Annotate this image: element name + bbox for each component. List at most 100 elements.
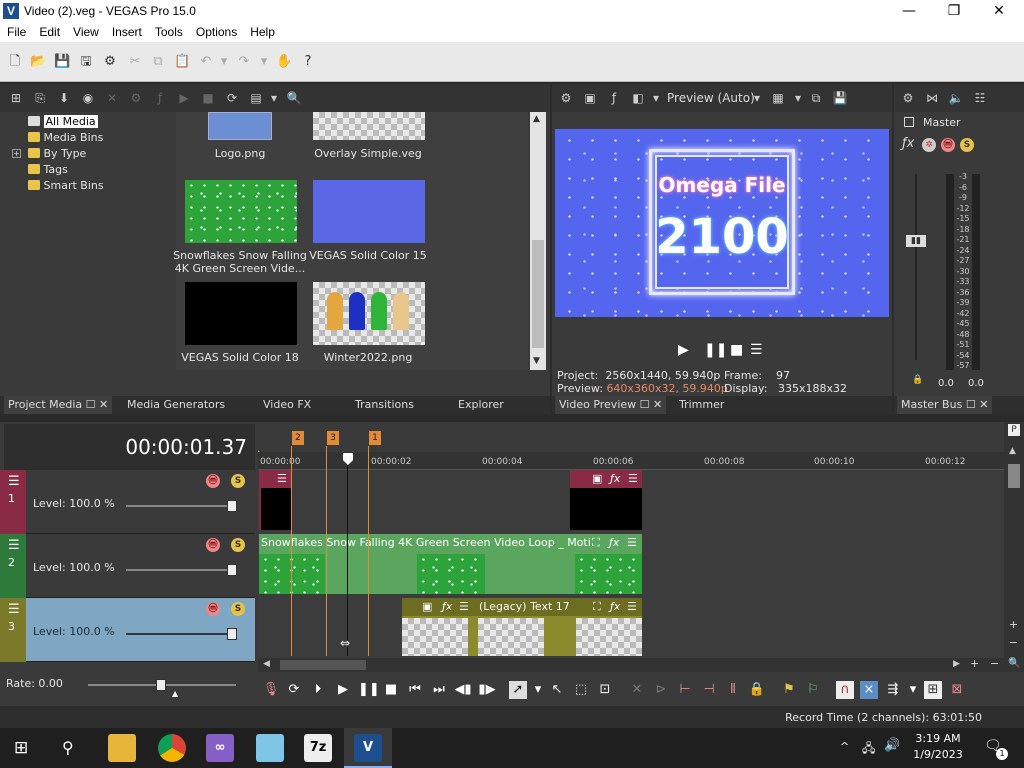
mixer-faders-icon[interactable]: ☷ — [972, 90, 988, 106]
mute-icon[interactable]: ⓜ — [206, 474, 220, 488]
go-to-start-icon[interactable]: ⏮ — [406, 681, 424, 699]
import-media-icon[interactable]: ⊞ — [8, 90, 24, 106]
ignore-grouping-icon[interactable]: ⊠ — [948, 681, 966, 699]
properties-gear-icon[interactable]: ⚙ — [102, 54, 118, 70]
scroll-right-icon[interactable]: ▶ — [953, 659, 960, 669]
menu-help[interactable]: Help — [243, 22, 281, 39]
save-icon[interactable]: 💾 — [54, 54, 70, 70]
taskbar-time[interactable]: 3:19 AM — [912, 732, 964, 745]
dim-output-icon[interactable]: 🔈 — [948, 90, 964, 106]
stop-preview-icon[interactable]: ■ — [200, 90, 216, 106]
expand-toggle-icon[interactable]: + — [12, 149, 21, 158]
media-thumb-solid-15[interactable] — [313, 180, 425, 243]
zoom-in-horizontal-icon[interactable]: + — [970, 657, 979, 670]
track3-clip-text[interactable]: ▣ ƒx ☰ (Legacy) Text 17 ⛶ ƒx ☰ — [402, 598, 642, 656]
auto-ripple-icon[interactable]: ⇶ — [884, 681, 902, 699]
mute-icon[interactable]: ⓜ — [206, 538, 220, 552]
rate-reset-icon[interactable]: ▲ — [172, 689, 178, 698]
envelope-tool-icon[interactable]: ↖ — [548, 681, 566, 699]
save-snapshot-icon[interactable]: 💾 — [832, 90, 848, 106]
lock-envelopes-icon[interactable]: ⊞ — [924, 681, 942, 699]
close-icon[interactable]: ✕ — [99, 398, 108, 411]
scroll-thumb[interactable] — [1008, 464, 1020, 488]
track-menu-icon[interactable]: ☰ — [8, 474, 20, 489]
zoom-out-horizontal-icon[interactable]: − — [990, 657, 999, 670]
delete-icon[interactable]: ✕ — [628, 681, 646, 699]
event-fx-icon[interactable]: ƒx — [609, 536, 619, 549]
views-dropdown-icon[interactable]: ▾ — [266, 90, 282, 106]
solo-icon[interactable]: S — [231, 602, 245, 616]
level-slider-track[interactable] — [126, 569, 232, 571]
vegas-taskbar-button[interactable]: V — [344, 728, 392, 768]
new-file-icon[interactable]: 🗋 — [7, 54, 23, 70]
paste-icon[interactable]: 📋 — [174, 54, 190, 70]
menu-insert[interactable]: Insert — [105, 22, 148, 39]
zoom-out-vertical-icon[interactable]: − — [1009, 636, 1018, 649]
close-icon[interactable]: ✕ — [979, 398, 988, 411]
undock-icon[interactable]: ☐ — [640, 398, 650, 411]
level-slider-track[interactable] — [126, 505, 232, 507]
clip-menu-icon[interactable]: ☰ — [628, 472, 638, 485]
media-fx-icon[interactable]: ƒ — [152, 90, 168, 106]
track-options-icon[interactable]: P — [1008, 424, 1020, 436]
visual-studio-icon[interactable]: ∞ — [206, 734, 234, 762]
video-output-fx-icon[interactable]: ƒ — [606, 90, 622, 106]
views-icon[interactable]: ▤ — [248, 90, 264, 106]
zoom-edit-tool-icon[interactable]: ⊡ — [596, 681, 614, 699]
auto-crossfade-icon[interactable]: ⨯ — [860, 681, 878, 699]
media-vertical-scrollbar[interactable]: ▲ ▼ — [530, 112, 546, 370]
lock-event-icon[interactable]: 🔒 — [748, 681, 766, 699]
insert-region-icon[interactable]: ⚐ — [804, 681, 822, 699]
undo-dropdown-icon[interactable]: ▾ — [216, 54, 232, 70]
normal-edit-tool-icon[interactable]: ➚ — [509, 681, 527, 699]
track-menu-icon[interactable]: ☰ — [8, 538, 20, 553]
mixer-settings-gear-icon[interactable]: ⚙ — [900, 90, 916, 106]
trim-icon[interactable]: ⊳ — [652, 681, 670, 699]
open-folder-icon[interactable]: 📂 — [30, 54, 46, 70]
7zip-icon[interactable]: 7z — [304, 734, 332, 762]
clip-menu-icon[interactable]: ☰ — [627, 536, 637, 549]
selection-tool-icon[interactable]: ⬚ — [572, 681, 590, 699]
timeline-horizontal-scrollbar[interactable]: ◀ ▶ + − 🔍 — [258, 657, 1024, 672]
tree-item-media-bins[interactable]: Media Bins — [28, 131, 103, 144]
scroll-up-icon[interactable]: ▲ — [533, 114, 540, 124]
preview-play-icon[interactable]: ▶ — [678, 342, 689, 358]
taskbar-date[interactable]: 1/9/2023 — [912, 748, 964, 761]
menu-edit[interactable]: Edit — [32, 22, 66, 39]
media-thumb-logo[interactable] — [208, 112, 272, 140]
preview-quality-select[interactable]: Preview (Auto) — [667, 91, 755, 105]
notepad-icon[interactable] — [256, 734, 284, 762]
scroll-up-icon[interactable]: ▲ — [1009, 446, 1016, 456]
scroll-thumb[interactable] — [280, 660, 366, 670]
scroll-thumb[interactable] — [532, 240, 544, 348]
next-frame-icon[interactable]: ▮▶ — [478, 681, 496, 699]
event-fx-icon[interactable]: ƒx — [610, 600, 620, 613]
tab-video-fx[interactable]: Video FX — [263, 396, 311, 414]
windows-start-icon[interactable]: ⊞ — [14, 738, 34, 758]
tab-media-generators[interactable]: Media Generators — [127, 396, 225, 414]
tab-video-preview[interactable]: Video Preview ☐ ✕ — [555, 396, 667, 414]
pause-icon[interactable]: ❚❚ — [358, 681, 380, 699]
scroll-down-icon[interactable]: ▼ — [533, 356, 540, 366]
loop-playback-icon[interactable]: ⟳ — [285, 681, 303, 699]
menu-view[interactable]: View — [66, 22, 105, 39]
preview-pause-icon[interactable]: ❚❚ — [704, 342, 727, 358]
pan-crop-icon[interactable]: ⛶ — [592, 536, 600, 550]
chrome-icon[interactable] — [158, 734, 186, 762]
trim-start-icon[interactable]: ⊢ — [676, 681, 694, 699]
save-as-icon[interactable]: 🖫 — [78, 54, 94, 70]
undock-icon[interactable]: ☐ — [86, 398, 96, 411]
overlays-dropdown-icon[interactable]: ▾ — [790, 90, 806, 106]
split-icon[interactable]: ⫴ — [724, 681, 742, 699]
remove-unused-icon[interactable]: ◉ — [80, 90, 96, 106]
master-fx-icon[interactable]: ƒx — [902, 136, 914, 151]
volume-icon[interactable]: 🔊 — [884, 738, 900, 753]
marker-1[interactable]: 1 — [369, 431, 381, 445]
media-thumb-snowflakes[interactable] — [185, 180, 297, 243]
minimize-button[interactable]: — — [886, 0, 932, 22]
zoom-in-vertical-icon[interactable]: + — [1009, 618, 1018, 631]
tab-transitions[interactable]: Transitions — [355, 396, 414, 414]
snapping-magnet-icon[interactable]: ∩ — [836, 681, 854, 699]
solo-icon[interactable]: S — [231, 538, 245, 552]
tab-explorer[interactable]: Explorer — [458, 396, 504, 414]
